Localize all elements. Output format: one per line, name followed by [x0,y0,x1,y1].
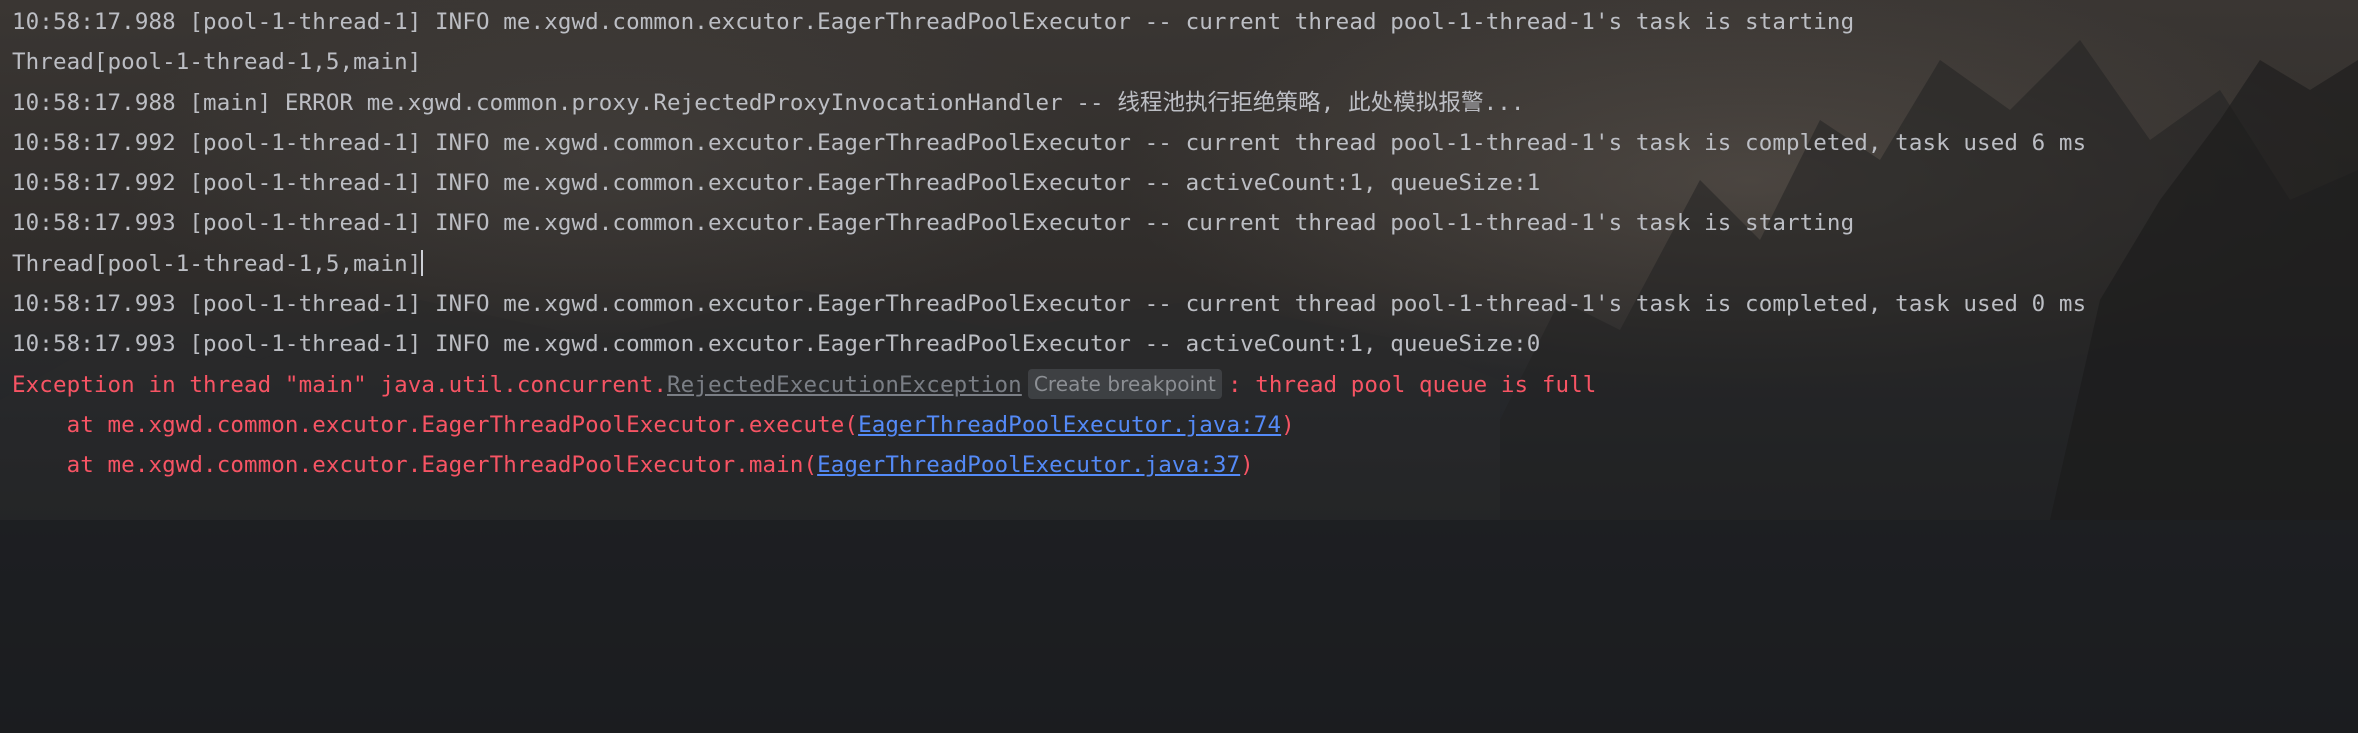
log-line: 10:58:17.988 [pool-1-thread-1] INFO me.x… [12,9,1855,35]
create-breakpoint-button[interactable]: Create breakpoint [1027,368,1222,399]
log-line: 10:58:17.993 [pool-1-thread-1] INFO me.x… [12,291,2087,318]
stack-frame-prefix: at me.xgwd.common.excutor.EagerThreadPoo… [12,452,818,479]
exception-message: : thread pool queue is full [1227,371,1597,398]
log-line: 10:58:17.992 [pool-1-thread-1] INFO me.x… [12,129,2087,156]
log-line: Thread[pool-1-thread-1,5,main] [12,49,422,76]
exception-class-link[interactable]: RejectedExecutionException [667,372,1022,398]
log-line-text: Thread[pool-1-thread-1,5,main] [12,250,422,277]
text-caret [421,249,424,276]
log-line: 10:58:17.988 [main] ERROR me.xgwd.common… [12,89,1525,116]
source-link[interactable]: EagerThreadPoolExecutor.java:37 [817,452,1240,478]
log-line: 10:58:17.992 [pool-1-thread-1] INFO me.x… [12,170,1541,197]
stack-frame: at me.xgwd.common.excutor.EagerThreadPoo… [12,405,2358,445]
exception-prefix: Exception in thread "main" java.util.con… [12,371,668,398]
stack-frame-suffix: ) [1281,411,1295,438]
console-output: 10:58:17.988 [pool-1-thread-1] INFO me.x… [12,2,2358,486]
stack-frame-prefix: at me.xgwd.common.excutor.EagerThreadPoo… [12,411,859,438]
log-line: 10:58:17.993 [pool-1-thread-1] INFO me.x… [12,331,1541,358]
log-line-with-caret[interactable]: Thread[pool-1-thread-1,5,main] [12,244,2358,284]
stack-frame-suffix: ) [1240,452,1254,479]
source-link[interactable]: EagerThreadPoolExecutor.java:74 [858,412,1281,438]
log-line: 10:58:17.993 [pool-1-thread-1] INFO me.x… [12,210,1855,237]
exception-line: Exception in thread "main" java.util.con… [12,365,2358,405]
stack-frame: at me.xgwd.common.excutor.EagerThreadPoo… [12,445,2358,485]
